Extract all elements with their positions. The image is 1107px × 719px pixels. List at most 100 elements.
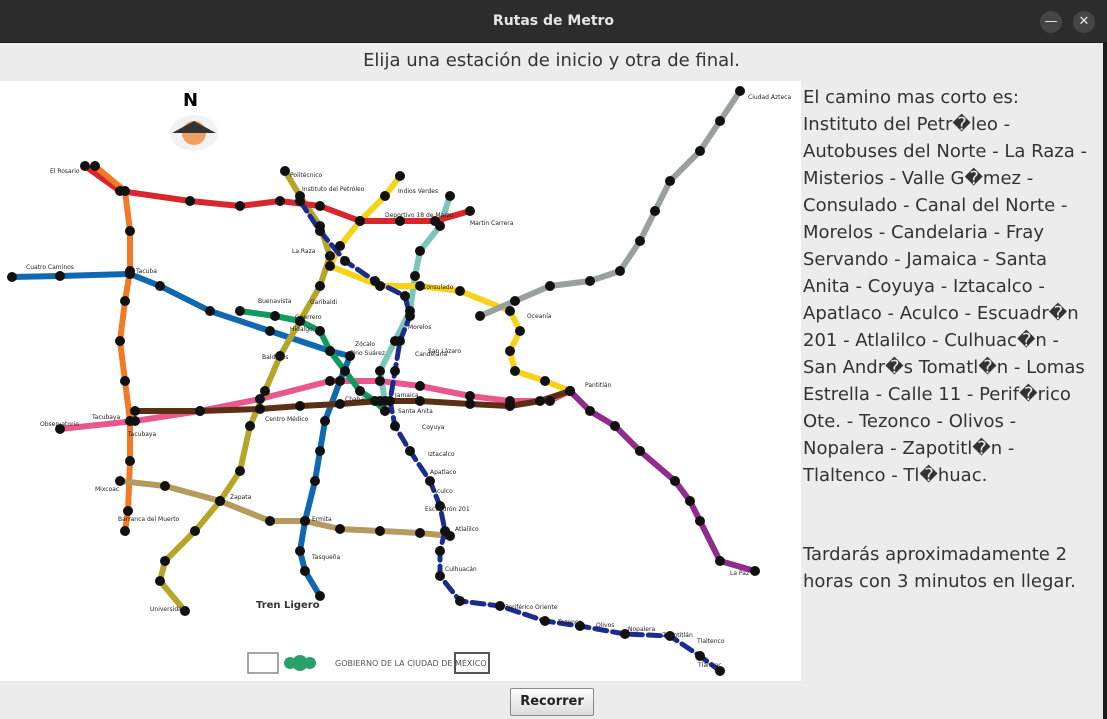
station-la-1[interactable] xyxy=(585,406,595,416)
station-l12-0[interactable] xyxy=(115,476,125,486)
close-button[interactable]: ✕ xyxy=(1073,11,1095,33)
station-l3-12[interactable] xyxy=(160,556,170,566)
station-l4-0[interactable] xyxy=(445,191,455,201)
station-l5-3[interactable] xyxy=(335,241,345,251)
station-l1-6[interactable] xyxy=(415,381,425,391)
station-l3-3[interactable] xyxy=(325,251,335,261)
station-l2-9[interactable] xyxy=(320,416,330,426)
metro-map-graphic[interactable]: N El Rosario Politécnico Ciudad Azteca Indi… xyxy=(0,81,801,681)
station-l4-2[interactable] xyxy=(415,246,425,256)
station-l12-1[interactable] xyxy=(160,481,170,491)
station-lb-8[interactable] xyxy=(545,281,555,291)
station-route-9[interactable] xyxy=(390,421,400,431)
station-lb-3[interactable] xyxy=(665,176,675,186)
station-l8-6[interactable] xyxy=(355,386,365,396)
station-l9-2[interactable] xyxy=(255,404,265,414)
station-route-1[interactable] xyxy=(315,226,325,236)
station-route-17[interactable] xyxy=(495,601,505,611)
station-l12-2[interactable] xyxy=(215,496,225,506)
station-l5-0[interactable] xyxy=(395,171,405,181)
station-la-4[interactable] xyxy=(670,476,680,486)
station-l7-8[interactable] xyxy=(125,456,135,466)
station-la-3[interactable] xyxy=(635,446,645,456)
station-l3-9[interactable] xyxy=(235,466,245,476)
station-l3-7[interactable] xyxy=(260,386,270,396)
station-la-0[interactable] xyxy=(565,386,575,396)
station-route-14[interactable] xyxy=(435,546,445,556)
station-route-13[interactable] xyxy=(440,526,450,536)
station-l7-10[interactable] xyxy=(120,526,130,536)
station-lb-7[interactable] xyxy=(585,276,595,286)
station-l2-8[interactable] xyxy=(335,376,345,386)
station-lb-1[interactable] xyxy=(715,116,725,126)
station-route-16[interactable] xyxy=(455,596,465,606)
station-l2-10[interactable] xyxy=(315,446,325,456)
station-l8-1[interactable] xyxy=(270,311,280,321)
station-l2-11[interactable] xyxy=(310,476,320,486)
station-la-7[interactable] xyxy=(715,556,725,566)
station-l2-1[interactable] xyxy=(55,271,65,281)
station-l8-4[interactable] xyxy=(325,346,335,356)
station-l9-8[interactable] xyxy=(505,401,515,411)
station-l9-1[interactable] xyxy=(195,406,205,416)
station-route-0[interactable] xyxy=(295,196,305,206)
station-l7-1[interactable] xyxy=(120,186,130,196)
station-l7-9[interactable] xyxy=(123,506,133,516)
station-l8-8[interactable] xyxy=(380,406,390,416)
station-l6-9[interactable] xyxy=(465,206,475,216)
station-l5-4[interactable] xyxy=(325,261,335,271)
station-l1-9[interactable] xyxy=(545,396,555,406)
recorrer-button[interactable]: Recorrer xyxy=(510,688,594,716)
station-l2-14[interactable] xyxy=(300,566,310,576)
station-route-15[interactable] xyxy=(435,571,445,581)
station-la-5[interactable] xyxy=(685,496,695,506)
station-l12-4[interactable] xyxy=(300,516,310,526)
metro-map[interactable]: N El Rosario Politécnico Ciudad Azteca Indi… xyxy=(0,81,801,681)
station-l12-6[interactable] xyxy=(375,526,385,536)
station-l5-9[interactable] xyxy=(515,326,525,336)
station-l7-5[interactable] xyxy=(115,336,125,346)
station-la-8[interactable] xyxy=(750,566,760,576)
station-route-3[interactable] xyxy=(370,276,380,286)
station-route-5[interactable] xyxy=(405,311,415,321)
station-la-2[interactable] xyxy=(610,421,620,431)
station-l2-3[interactable] xyxy=(155,281,165,291)
station-l7-0[interactable] xyxy=(90,161,100,171)
station-l5-10[interactable] xyxy=(505,346,515,356)
station-l8-0[interactable] xyxy=(235,306,245,316)
station-l4-6[interactable] xyxy=(375,366,385,376)
station-route-18[interactable] xyxy=(540,616,550,626)
station-l8-3[interactable] xyxy=(315,326,325,336)
station-l7-7[interactable] xyxy=(125,416,135,426)
station-l3-0[interactable] xyxy=(280,166,290,176)
station-l2-0[interactable] xyxy=(7,272,17,282)
station-l9-7[interactable] xyxy=(465,399,475,409)
station-route-22[interactable] xyxy=(695,651,705,661)
station-l3-11[interactable] xyxy=(190,526,200,536)
station-l3-4[interactable] xyxy=(315,281,325,291)
station-lb-9[interactable] xyxy=(510,296,520,306)
station-l9-3[interactable] xyxy=(295,401,305,411)
minimize-button[interactable]: — xyxy=(1040,11,1062,33)
station-l5-12[interactable] xyxy=(540,376,550,386)
station-route-2[interactable] xyxy=(340,256,350,266)
station-l3-13[interactable] xyxy=(155,576,165,586)
station-l5-11[interactable] xyxy=(510,366,520,376)
station-route-4[interactable] xyxy=(400,291,410,301)
station-lb-2[interactable] xyxy=(695,146,705,156)
station-l7-4[interactable] xyxy=(120,296,130,306)
station-route-11[interactable] xyxy=(425,476,435,486)
station-l9-4[interactable] xyxy=(335,399,345,409)
station-route-10[interactable] xyxy=(405,446,415,456)
station-l8-5[interactable] xyxy=(340,366,350,376)
station-l2-5[interactable] xyxy=(265,326,275,336)
station-l6-4[interactable] xyxy=(275,196,285,206)
station-lb-6[interactable] xyxy=(615,266,625,276)
station-l6-2[interactable] xyxy=(185,196,195,206)
station-route-6[interactable] xyxy=(395,336,405,346)
station-l6-0[interactable] xyxy=(80,161,90,171)
station-lb-10[interactable] xyxy=(475,311,485,321)
station-l3-8[interactable] xyxy=(245,421,255,431)
station-route-8[interactable] xyxy=(385,396,395,406)
station-l12-5[interactable] xyxy=(335,524,345,534)
